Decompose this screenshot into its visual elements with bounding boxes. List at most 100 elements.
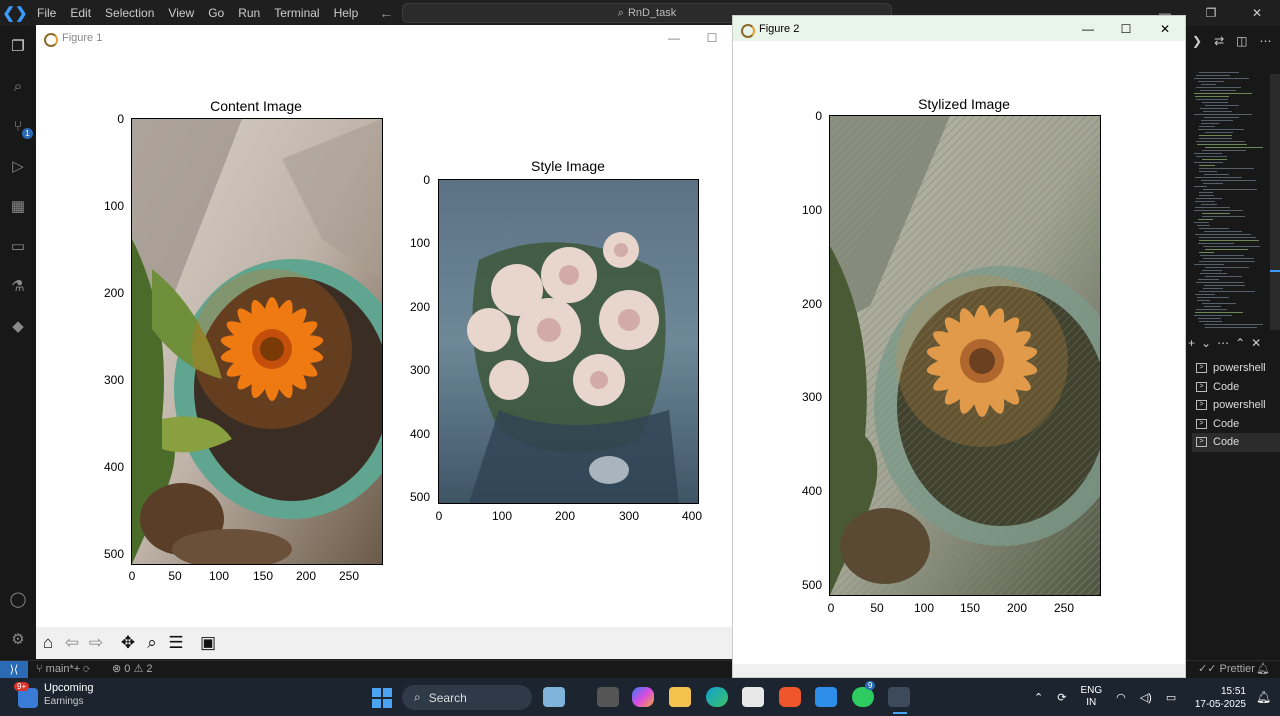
content-image: [131, 118, 383, 565]
testing-icon[interactable]: ⚗: [8, 277, 28, 297]
brave-browser-icon[interactable]: [779, 687, 801, 707]
show-hidden-icons-icon[interactable]: ⌃: [1034, 691, 1043, 704]
new-terminal-icon[interactable]: +: [1188, 336, 1195, 352]
minimize-icon[interactable]: —: [654, 25, 694, 51]
start-button-icon[interactable]: [372, 688, 392, 708]
terminal-label: Code: [1213, 417, 1240, 430]
back-icon[interactable]: ⇦: [62, 633, 82, 653]
x-tick-label: 150: [959, 601, 981, 615]
python-icon[interactable]: ◆: [8, 317, 28, 337]
more-icon[interactable]: ⋯: [1259, 34, 1271, 48]
clock[interactable]: 15:51 17-05-2025: [1195, 685, 1246, 711]
minimap-line: [1198, 279, 1219, 280]
minimize-icon[interactable]: —: [1068, 16, 1108, 42]
pan-icon[interactable]: ✥: [118, 633, 138, 653]
minimap-scrollbar[interactable]: [1270, 74, 1280, 330]
minimap-line: [1194, 186, 1207, 187]
clock-time: 15:51: [1220, 686, 1246, 697]
home-icon[interactable]: ⌂: [38, 633, 58, 653]
prettier-indicator[interactable]: ✓✓ Prettier: [1198, 661, 1255, 678]
configure-subplots-icon[interactable]: ☰: [166, 633, 186, 653]
terminal-item[interactable]: > Code: [1192, 415, 1280, 434]
battery-icon[interactable]: ▭: [1166, 691, 1176, 704]
maximize-panel-icon[interactable]: ⌃: [1235, 336, 1245, 352]
minimap-line: [1194, 78, 1249, 79]
close-icon[interactable]: ✕: [1234, 0, 1280, 26]
volume-icon[interactable]: ◁): [1140, 691, 1152, 704]
maximize-icon[interactable]: ☐: [692, 25, 732, 51]
problems-indicator[interactable]: ⊗ 0 ⚠ 2: [112, 661, 152, 678]
maximize-icon[interactable]: ☐: [1106, 16, 1146, 42]
x-tick-label: 250: [338, 569, 360, 583]
task-view-icon[interactable]: [597, 687, 619, 707]
back-arrow-icon[interactable]: ←: [379, 5, 393, 21]
save-icon[interactable]: ▣: [198, 633, 218, 653]
notification-center-icon[interactable]: 🔔︎: [1256, 690, 1271, 704]
minimap-line: [1203, 246, 1260, 247]
run-debug-icon[interactable]: ▷: [8, 157, 28, 177]
close-panel-icon[interactable]: ✕: [1251, 336, 1261, 352]
branch-indicator[interactable]: ⑂ main*+ ⟳: [36, 661, 90, 678]
vscode-app-icon[interactable]: [815, 687, 837, 707]
command-center-label: RnD_task: [627, 7, 677, 19]
forward-icon[interactable]: ⇨: [86, 633, 106, 653]
menu-help[interactable]: Help: [327, 0, 366, 26]
settings-gear-icon[interactable]: ⚙: [8, 630, 28, 650]
minimap-line: [1205, 267, 1249, 268]
minimap-line: [1199, 252, 1214, 253]
menu-go[interactable]: Go: [201, 0, 231, 26]
menu-terminal[interactable]: Terminal: [267, 0, 326, 26]
wifi-icon[interactable]: ◠: [1116, 691, 1126, 704]
terminal-item[interactable]: > Code: [1192, 433, 1280, 452]
microsoft-store-icon[interactable]: [742, 687, 764, 707]
matplotlib-app-icon[interactable]: [888, 687, 910, 707]
accounts-icon[interactable]: ◯: [8, 590, 28, 610]
notifications-bell-icon[interactable]: 🔔︎: [1256, 661, 1270, 678]
zoom-icon[interactable]: ⌕: [142, 633, 162, 653]
menu-selection[interactable]: Selection: [98, 0, 161, 26]
widgets-app-icon[interactable]: [543, 687, 565, 707]
edge-browser-icon[interactable]: [706, 687, 728, 707]
compare-icon[interactable]: ⇄: [1214, 34, 1224, 48]
minimap-line: [1204, 174, 1229, 175]
language-indicator[interactable]: ENG IN: [1080, 685, 1102, 709]
search-icon[interactable]: ⌕: [8, 77, 28, 97]
minimap-line: [1205, 105, 1239, 106]
minimap-line: [1196, 309, 1227, 310]
y-tick-label: 500: [801, 578, 822, 592]
minimap[interactable]: [1190, 72, 1270, 330]
chevron-icon[interactable]: ❯: [1192, 34, 1202, 48]
minimap-line: [1205, 132, 1233, 133]
menu-file[interactable]: File: [30, 0, 63, 26]
terminal-item[interactable]: > Code: [1192, 378, 1280, 397]
terminal-item[interactable]: > powershell: [1192, 396, 1280, 415]
whatsapp-icon[interactable]: 9: [852, 681, 876, 707]
more-icon[interactable]: ⋯: [1217, 336, 1229, 352]
menu-view[interactable]: View: [161, 0, 201, 26]
explorer-icon[interactable]: ❐: [8, 37, 28, 57]
minimap-line: [1202, 150, 1246, 151]
taskbar-search[interactable]: ⌕ Search: [402, 685, 532, 710]
file-explorer-icon[interactable]: [669, 687, 691, 707]
remote-indicator-icon[interactable]: ⟩⟨: [0, 661, 28, 679]
minimap-line: [1198, 81, 1224, 82]
close-icon[interactable]: ✕: [1145, 16, 1185, 42]
sync-icon[interactable]: ⟳: [1057, 691, 1066, 704]
menu-run[interactable]: Run: [231, 0, 267, 26]
style-image-art: [439, 180, 698, 503]
weather-widget[interactable]: 9+ Upcoming Earnings: [14, 682, 94, 708]
clock-date: 17-05-2025: [1194, 699, 1246, 710]
split-editor-icon[interactable]: ◫: [1236, 34, 1247, 48]
minimap-line: [1201, 180, 1256, 181]
restore-icon[interactable]: ❐: [1188, 0, 1234, 26]
copilot-icon[interactable]: [632, 687, 654, 707]
remote-explorer-icon[interactable]: ▭: [8, 237, 28, 257]
x-tick-label: 0: [435, 509, 443, 523]
terminal-icon: >: [1196, 437, 1207, 448]
minimap-line: [1199, 138, 1232, 139]
minimap-line: [1199, 165, 1215, 166]
menu-edit[interactable]: Edit: [63, 0, 98, 26]
terminal-item[interactable]: > powershell: [1192, 359, 1280, 378]
terminal-dropdown-icon[interactable]: ⌄: [1201, 336, 1211, 352]
extensions-icon[interactable]: ▦: [8, 197, 28, 217]
